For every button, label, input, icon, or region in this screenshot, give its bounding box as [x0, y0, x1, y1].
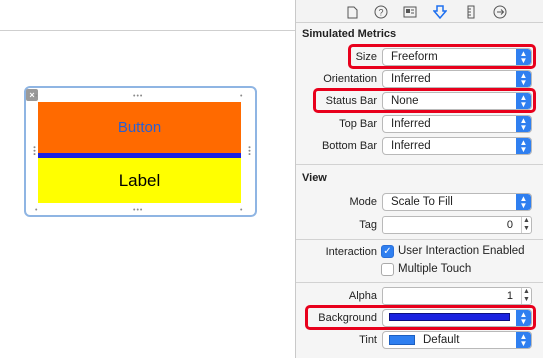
status-bar-popup[interactable]: None ▲ ▼: [382, 92, 532, 110]
alpha-field[interactable]: 1: [382, 287, 532, 305]
section-divider: [296, 282, 543, 283]
resize-handle-top-left[interactable]: •: [35, 93, 38, 100]
storyboard-canvas: × ••• • • ••• ••• ••• • • Button Label: [0, 0, 295, 358]
chevron-updown-icon: ▲ ▼: [516, 93, 531, 109]
bottom-bar-popup[interactable]: Inferred ▲ ▼: [382, 137, 532, 155]
user-interaction-checkbox[interactable]: ✓: [381, 245, 394, 258]
orientation-label: Orientation: [323, 73, 377, 85]
resize-handle-bottom-right[interactable]: •: [240, 207, 243, 214]
alpha-label: Alpha: [348, 290, 377, 302]
resize-handle-bottom-left[interactable]: •: [35, 207, 38, 214]
svg-text:?: ?: [378, 8, 383, 18]
attributes-icon[interactable]: [431, 3, 449, 21]
tint-label: Tint: [359, 334, 377, 346]
section-title-view: View: [302, 172, 327, 184]
user-interaction-label: User Interaction Enabled: [398, 245, 525, 257]
size-label: Size: [355, 51, 377, 63]
tint-color-swatch: [389, 335, 415, 345]
tag-value: 0: [506, 219, 513, 231]
section-divider: [296, 239, 543, 240]
top-bar-value: Inferred: [391, 118, 431, 130]
canvas-label[interactable]: Label: [38, 158, 241, 203]
status-bar-label: Status Bar: [325, 95, 377, 107]
identity-icon[interactable]: [401, 3, 419, 21]
canvas-divider: [0, 30, 295, 31]
canvas-button[interactable]: Button: [38, 102, 241, 153]
resize-handle-top[interactable]: •••: [133, 93, 143, 100]
chevron-updown-icon: ▲ ▼: [516, 116, 531, 132]
orientation-value: Inferred: [391, 73, 431, 85]
resize-handle-top-right[interactable]: •: [240, 93, 243, 100]
status-bar-value: None: [391, 95, 419, 107]
chevron-updown-icon: ▲ ▼: [516, 194, 531, 210]
resize-handle-right[interactable]: •••: [245, 146, 252, 156]
orientation-popup[interactable]: Inferred ▲ ▼: [382, 70, 532, 88]
tag-stepper[interactable]: ▲ ▼: [521, 217, 531, 233]
mode-value: Scale To Fill: [391, 196, 453, 208]
chevron-updown-icon: ▲ ▼: [516, 332, 531, 348]
chevron-updown-icon: ▲ ▼: [516, 49, 531, 65]
alpha-stepper[interactable]: ▲ ▼: [521, 288, 531, 304]
multiple-touch-label: Multiple Touch: [398, 263, 472, 275]
alpha-value: 1: [506, 290, 513, 302]
chevron-updown-icon: ▲ ▼: [516, 71, 531, 87]
background-label: Background: [318, 312, 377, 324]
section-title-simulated-metrics: Simulated Metrics: [302, 28, 397, 40]
inspector-tab-bar: ?: [296, 0, 543, 23]
size-popup[interactable]: Freeform ▲ ▼: [382, 48, 532, 66]
resize-handle-left[interactable]: •••: [30, 146, 37, 156]
interaction-label: Interaction: [325, 246, 377, 258]
help-icon[interactable]: ?: [372, 3, 390, 21]
size-icon[interactable]: [462, 3, 480, 21]
tag-field[interactable]: 0: [382, 216, 532, 234]
tint-value: Default: [423, 334, 460, 346]
mode-popup[interactable]: Scale To Fill ▲ ▼: [382, 193, 532, 211]
top-bar-label: Top Bar: [339, 118, 377, 130]
bottom-bar-value: Inferred: [391, 140, 431, 152]
background-color-swatch: [389, 313, 510, 321]
chevron-updown-icon: ▲ ▼: [516, 138, 531, 154]
tag-label: Tag: [359, 219, 377, 231]
mode-label: Mode: [349, 196, 377, 208]
resize-handle-bottom[interactable]: •••: [133, 207, 143, 214]
file-icon[interactable]: [343, 3, 361, 21]
chevron-updown-icon: ▲ ▼: [516, 310, 531, 326]
attributes-inspector: ? Simulated Metrics Size Freeform ▲ ▼ Ori…: [295, 0, 543, 358]
top-bar-popup[interactable]: Inferred ▲ ▼: [382, 115, 532, 133]
connections-icon[interactable]: [491, 3, 509, 21]
section-divider: [296, 164, 543, 165]
size-value: Freeform: [391, 51, 438, 63]
bottom-bar-label: Bottom Bar: [321, 140, 377, 152]
multiple-touch-checkbox[interactable]: [381, 263, 394, 276]
